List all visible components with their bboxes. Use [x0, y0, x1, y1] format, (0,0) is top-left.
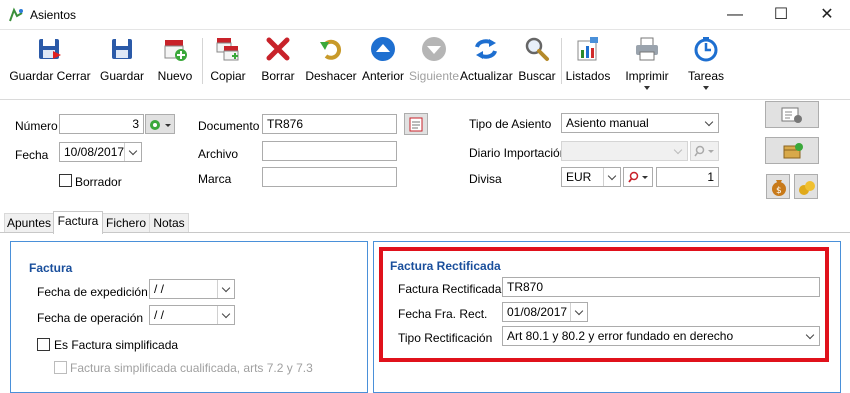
toolbar-button-listados[interactable]: Listados	[564, 30, 612, 100]
borrador-label: Borrador	[75, 175, 122, 189]
toolbar: Guardar Cerrar Guardar Nuevo Copiar Borr…	[0, 30, 850, 100]
money-bag-button[interactable]: $	[766, 174, 790, 199]
chevron-down-icon	[673, 145, 683, 155]
factura-cualificada-label: Factura simplificada cualificada, arts 7…	[70, 361, 313, 375]
highlight-box	[379, 247, 829, 362]
diario-importacion-label: Diario Importación	[469, 146, 567, 160]
factura-panel-title: Factura	[29, 261, 73, 275]
app-logo-icon	[9, 7, 23, 22]
package-icon	[783, 143, 803, 159]
chevron-down-icon	[704, 117, 714, 127]
archivo-field[interactable]	[262, 141, 397, 161]
search-icon	[628, 171, 648, 183]
toolbar-button-copiar[interactable]: Copiar	[206, 30, 250, 100]
toolbar-separator	[202, 38, 203, 84]
es-factura-simplificada-label: Es Factura simplificada	[54, 338, 179, 352]
search-icon	[694, 145, 714, 157]
fecha-expedicion-picker[interactable]: / /	[149, 279, 235, 299]
new-icon	[164, 40, 187, 61]
toolbar-button-nuevo[interactable]: Nuevo	[152, 30, 198, 100]
factura-panel: Factura Fecha de expedición / / Fecha de…	[10, 241, 368, 393]
chevron-down-icon	[644, 86, 650, 90]
toolbar-button-actualizar[interactable]: Actualizar	[460, 30, 513, 100]
marca-label: Marca	[198, 172, 232, 186]
copy-icon	[216, 38, 239, 61]
fecha-label: Fecha	[15, 148, 49, 162]
divisa-select[interactable]: EUR	[561, 167, 621, 187]
title-bar: Asientos — ☐ ✕	[0, 0, 850, 30]
window-title: Asientos	[30, 8, 77, 22]
chevron-down-icon	[703, 86, 709, 90]
numero-options-button[interactable]	[145, 114, 175, 134]
chevron-down-icon	[221, 283, 231, 293]
tab-notas[interactable]: Notas	[149, 213, 189, 233]
numero-label: Número	[15, 119, 58, 133]
marca-field[interactable]	[262, 167, 397, 187]
toolbar-button-borrar[interactable]: Borrar	[256, 30, 300, 100]
document-icon	[409, 117, 423, 132]
save-icon	[112, 39, 132, 59]
tasks-icon	[694, 37, 718, 62]
coins-icon	[799, 181, 815, 195]
diario-importacion-select[interactable]	[561, 141, 688, 161]
cambio-field[interactable]: 1	[656, 167, 719, 187]
package-button[interactable]	[765, 137, 819, 164]
toolbar-button-buscar[interactable]: Buscar	[516, 30, 558, 100]
coins-button[interactable]	[794, 174, 818, 199]
tab-fichero[interactable]: Fichero	[102, 213, 150, 233]
money-bag-icon: $	[772, 180, 786, 196]
maximize-button[interactable]: ☐	[758, 0, 804, 30]
fecha-picker[interactable]: 10/08/2017	[59, 142, 142, 162]
es-factura-simplificada-checkbox[interactable]	[37, 338, 50, 351]
chevron-down-icon	[221, 309, 231, 319]
documento-field[interactable]: TR876	[262, 114, 397, 134]
tipo-asiento-select[interactable]: Asiento manual	[561, 113, 719, 133]
undo-icon	[320, 39, 342, 60]
toolbar-button-guardar-cerrar[interactable]: Guardar Cerrar	[8, 30, 92, 100]
divisa-label: Divisa	[469, 172, 502, 186]
documento-label: Documento	[198, 119, 260, 133]
fecha-expedicion-label: Fecha de expedición	[37, 285, 148, 299]
gear-icon	[150, 120, 171, 130]
documento-button[interactable]	[404, 113, 428, 135]
toolbar-button-guardar[interactable]: Guardar	[96, 30, 148, 100]
printer-icon	[636, 37, 658, 61]
chevron-down-icon	[128, 146, 138, 156]
tipo-asiento-label: Tipo de Asiento	[469, 117, 552, 131]
arrow-up-icon	[371, 37, 395, 61]
arrow-down-icon	[422, 37, 446, 61]
numero-field[interactable]: 3	[59, 114, 144, 134]
factura-cualificada-checkbox[interactable]	[54, 361, 67, 374]
tab-factura[interactable]: Factura	[53, 211, 103, 234]
fecha-operacion-picker[interactable]: / /	[149, 305, 235, 325]
svg-text:$: $	[776, 186, 782, 196]
toolbar-button-tareas[interactable]: Tareas	[682, 30, 730, 100]
toolbar-button-deshacer[interactable]: Deshacer	[304, 30, 358, 100]
archivo-label: Archivo	[198, 147, 239, 161]
chevron-down-icon	[607, 171, 617, 181]
divisa-search-button[interactable]	[623, 167, 653, 187]
close-button[interactable]: ✕	[804, 0, 850, 30]
delete-icon	[266, 37, 290, 61]
refresh-icon	[475, 39, 497, 59]
tab-strip: Apuntes Factura Fichero Notas	[0, 211, 850, 234]
toolbar-button-anterior[interactable]: Anterior	[360, 30, 406, 100]
toolbar-button-imprimir[interactable]: Imprimir	[620, 30, 674, 100]
search-icon	[525, 37, 549, 61]
toolbar-separator	[561, 38, 562, 84]
diario-search-button[interactable]	[690, 141, 719, 161]
borrador-checkbox[interactable]	[59, 174, 72, 187]
header-form: Número 3 Fecha 10/08/2017 Borrador Docum…	[0, 101, 850, 211]
report-icon	[577, 37, 598, 61]
minimize-button[interactable]: —	[712, 0, 758, 30]
fecha-operacion-label: Fecha de operación	[37, 311, 144, 325]
info-card-icon	[781, 107, 802, 123]
info-button[interactable]	[765, 101, 819, 128]
save-close-icon	[39, 39, 61, 59]
toolbar-button-siguiente[interactable]: Siguiente	[408, 30, 460, 100]
tab-apuntes[interactable]: Apuntes	[4, 213, 54, 233]
